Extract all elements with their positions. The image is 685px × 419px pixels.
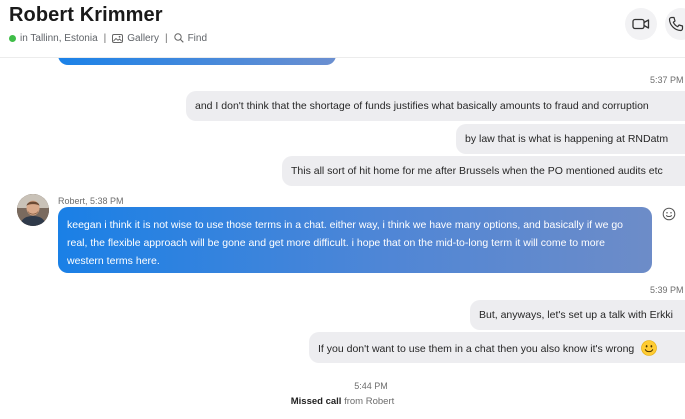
gallery-label: Gallery xyxy=(127,32,159,44)
missed-call-label: Missed call xyxy=(290,396,342,407)
incoming-message[interactable]: keegan i think it is not wise to use tho… xyxy=(58,207,652,273)
separator: | xyxy=(103,32,107,44)
call-timestamp: 5:44 PM xyxy=(354,381,388,391)
outgoing-message[interactable]: But, anyways, let's set up a talk with E… xyxy=(470,300,685,330)
chat-header: Robert Krimmer in Tallinn, Estonia | Gal… xyxy=(0,0,685,58)
message-text-line: real, the flexible approach will be gone… xyxy=(67,237,605,249)
message-timestamp: 5:37 PM xyxy=(650,75,684,85)
missed-call-notice: Missed call from Robert xyxy=(0,396,685,407)
outgoing-message[interactable]: by law that is what is happening at RNDa… xyxy=(456,124,685,154)
add-reaction-icon[interactable] xyxy=(662,207,676,221)
message-text: If you don't want to use them in a chat … xyxy=(318,343,635,355)
outgoing-message[interactable]: This all sort of hit home for me after B… xyxy=(282,156,685,186)
message-text: This all sort of hit home for me after B… xyxy=(291,165,663,177)
chat-window: Robert Krimmer in Tallinn, Estonia | Gal… xyxy=(0,0,685,419)
smiley-emoji-icon xyxy=(641,340,658,356)
video-call-icon xyxy=(632,18,650,30)
message-text: by law that is what is happening at RNDa… xyxy=(465,133,669,145)
avatar[interactable] xyxy=(17,194,49,226)
gallery-icon xyxy=(112,33,124,43)
outgoing-message[interactable]: If you don't want to use them in a chat … xyxy=(309,332,685,363)
sender-name-time: Robert, 5:38 PM xyxy=(58,196,124,206)
audio-call-icon xyxy=(668,16,684,32)
separator: | xyxy=(164,32,168,44)
message-text: But, anyways, let's set up a talk with E… xyxy=(479,309,673,321)
contact-name[interactable]: Robert Krimmer xyxy=(9,4,163,27)
gallery-link[interactable]: Gallery xyxy=(112,33,159,44)
find-label: Find xyxy=(187,32,208,44)
audio-call-button[interactable] xyxy=(665,8,685,40)
contact-subline: in Tallinn, Estonia | Gallery | Find xyxy=(9,31,207,45)
find-icon xyxy=(173,33,184,43)
message-text-line: keegan i think it is not wise to use tho… xyxy=(67,219,624,231)
missed-call-from: from Robert xyxy=(344,396,395,407)
outgoing-message[interactable]: and I don't think that the shortage of f… xyxy=(186,91,685,121)
video-call-button[interactable] xyxy=(625,8,657,40)
message-text: and I don't think that the shortage of f… xyxy=(195,100,649,112)
location-text: in Tallinn, Estonia xyxy=(20,32,98,44)
find-link[interactable]: Find xyxy=(173,32,208,44)
avatar-photo xyxy=(17,194,49,226)
message-timestamp: 5:39 PM xyxy=(650,285,684,295)
message-text-line: western terms here. xyxy=(67,255,160,267)
presence-indicator xyxy=(9,34,16,42)
